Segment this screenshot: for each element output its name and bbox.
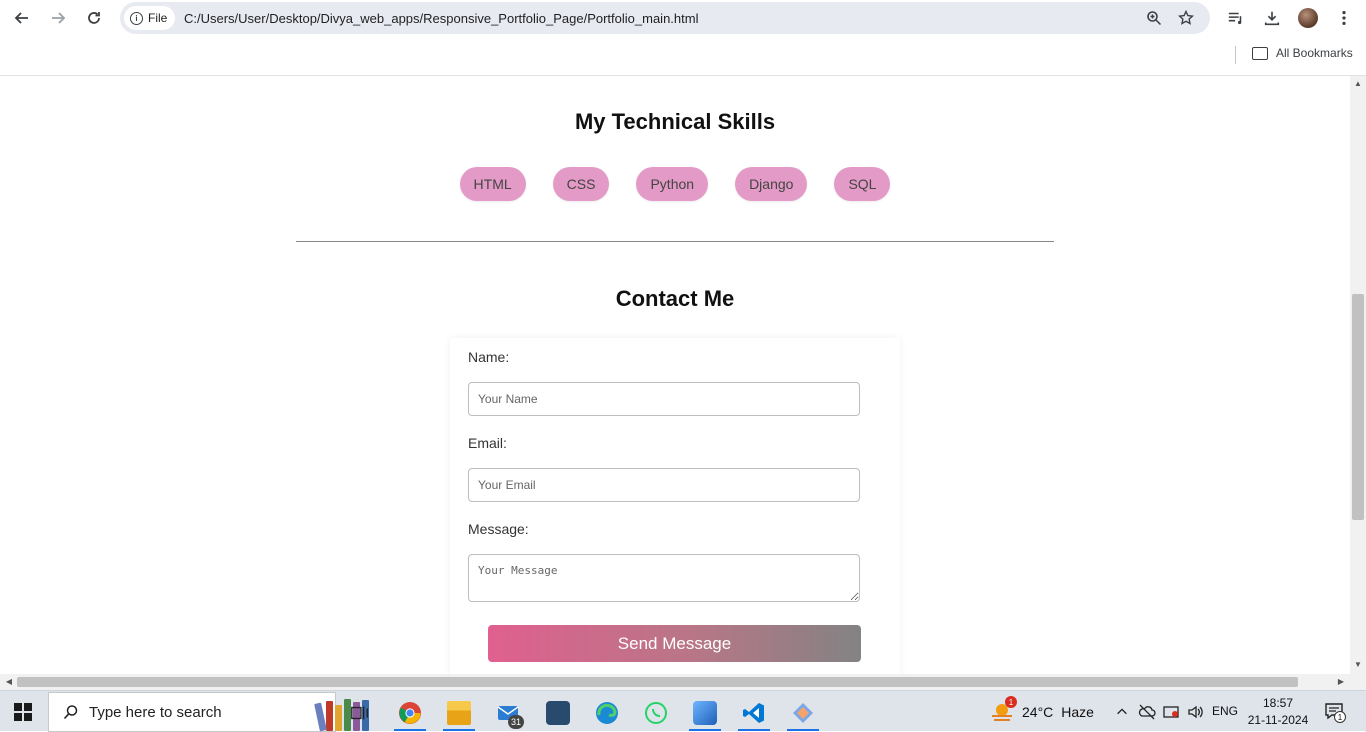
browser-toolbar: i File C:/Users/User/Desktop/Divya_web_a… [0,0,1366,36]
edge-icon[interactable] [587,695,627,731]
media-queue-icon[interactable] [1226,8,1246,28]
site-chip-label: File [148,11,168,25]
reload-icon[interactable] [82,6,106,30]
search-icon [63,705,78,720]
whatsapp-icon[interactable] [636,695,676,731]
horizontal-scroll-thumb[interactable] [17,677,1298,687]
windows-start-icon[interactable] [14,703,32,721]
site-info-chip[interactable]: i File [124,6,176,30]
skills-list: HTML CSS Python Django SQL [0,167,1350,201]
name-input[interactable] [468,382,860,416]
mysql-workbench-icon[interactable] [538,695,578,731]
all-bookmarks-label: All Bookmarks [1276,46,1353,60]
gitkraken-icon[interactable] [783,695,823,731]
chrome-taskbar-icon[interactable] [390,695,430,731]
weather-description: Haze [1061,704,1094,720]
taskbar-search-box[interactable]: Type here to search [48,692,369,732]
message-label: Message: [468,521,529,537]
bookmark-star-icon[interactable] [1178,10,1194,26]
url-text[interactable]: C:/Users/User/Desktop/Divya_web_apps/Res… [184,11,698,26]
page-viewport: My Technical Skills HTML CSS Python Djan… [0,76,1350,674]
notification-count-badge: 1 [1334,711,1346,723]
network-icon[interactable] [1162,703,1180,721]
photos-icon[interactable] [685,695,725,731]
name-label: Name: [468,349,510,365]
section-divider [296,241,1054,242]
scroll-down-icon[interactable]: ▼ [1352,659,1364,671]
all-bookmarks-button[interactable]: All Bookmarks [1252,46,1353,60]
scroll-right-icon[interactable]: ▶ [1335,676,1347,688]
weather-widget[interactable]: 1 24°C Haze [990,696,1094,723]
search-placeholder: Type here to search [89,703,222,721]
clock-date: 21-11-2024 [1247,713,1309,727]
email-label: Email: [468,435,507,451]
haze-weather-icon: 1 [990,696,1017,723]
email-input[interactable] [468,468,860,502]
cloud-offline-icon[interactable] [1138,703,1156,721]
back-arrow-icon[interactable] [10,6,34,30]
zoom-icon[interactable] [1146,10,1162,26]
scroll-left-icon[interactable]: ◀ [3,676,15,688]
scrollbar-corner [1350,674,1366,690]
skill-pill: Python [636,167,709,201]
bookmarks-bar: All Bookmarks [0,36,1366,76]
kebab-menu-icon[interactable] [1334,8,1354,28]
bookmarks-separator [1235,46,1236,64]
vscode-icon[interactable] [734,695,774,731]
chevron-up-icon[interactable] [1113,703,1131,721]
skill-pill: SQL [834,167,891,201]
file-explorer-icon[interactable] [439,695,479,731]
scroll-up-icon[interactable]: ▲ [1352,78,1364,90]
message-textarea[interactable] [468,554,860,602]
skill-pill: HTML [459,167,526,201]
system-clock[interactable]: 18:57 21-11-2024 [1246,695,1310,729]
skills-heading: My Technical Skills [574,109,776,134]
forward-arrow-icon[interactable] [46,6,70,30]
task-view-icon[interactable] [340,695,380,731]
weather-alert-badge: 1 [1005,696,1017,708]
vertical-scroll-thumb[interactable] [1352,294,1364,520]
language-indicator[interactable]: ENG [1212,704,1238,718]
profile-avatar[interactable] [1298,8,1318,28]
windows-taskbar: Type here to search 31 1 24°C Haze ENG 1… [0,690,1366,732]
info-icon: i [130,11,143,25]
mail-icon[interactable]: 31 [488,695,528,731]
weather-temperature: 24°C [1022,704,1054,720]
address-bar[interactable]: i File C:/Users/User/Desktop/Divya_web_a… [120,2,1210,34]
folder-icon [1252,46,1268,60]
contact-form: Name: Email: Message: Send Message [450,338,900,674]
skill-pill: CSS [552,167,610,201]
mail-badge: 31 [508,715,524,729]
download-icon[interactable] [1262,8,1282,28]
volume-icon[interactable] [1186,703,1204,721]
contact-heading: Contact Me [615,286,735,311]
clock-time: 18:57 [1262,696,1294,710]
send-message-button[interactable]: Send Message [488,625,861,662]
skill-pill: Django [735,167,808,201]
